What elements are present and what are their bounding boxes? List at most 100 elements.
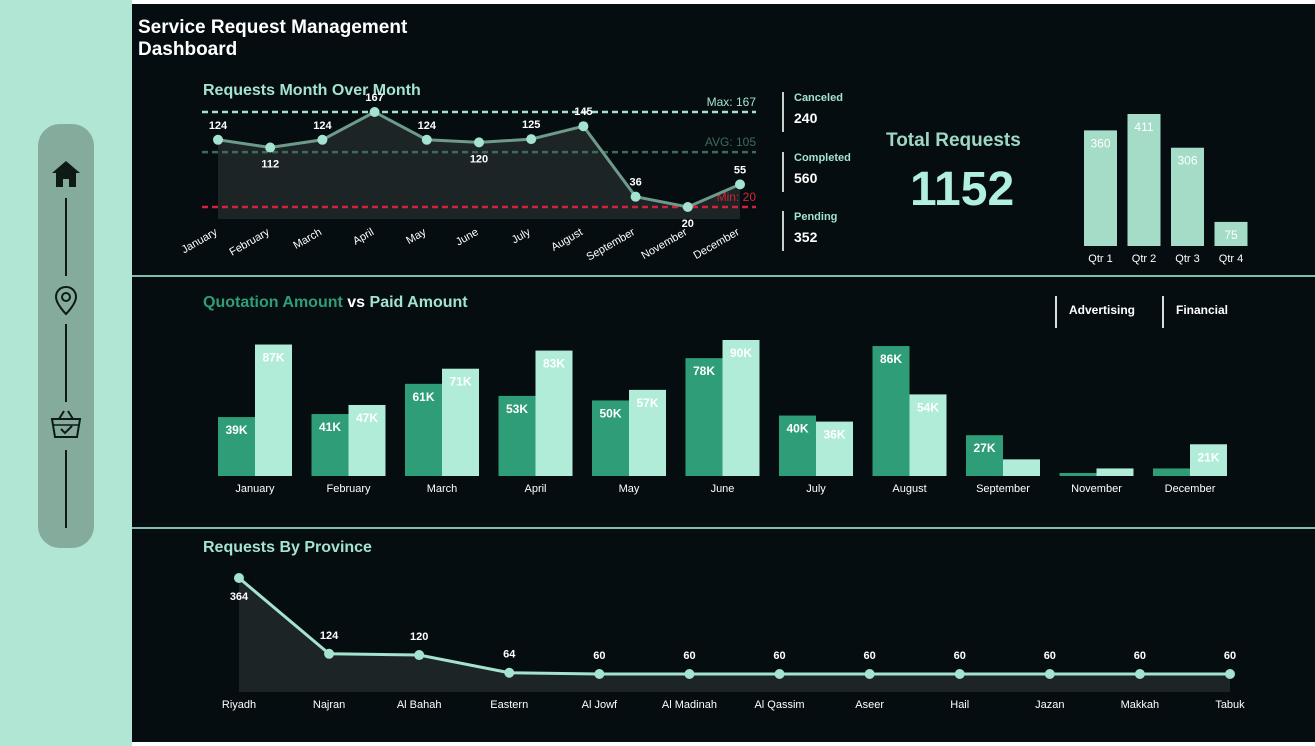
mom-x-tick: April: [351, 226, 376, 247]
province-point: [1134, 669, 1145, 679]
qp-bar-label: 39K: [225, 423, 247, 437]
section-divider: [132, 275, 1315, 277]
province-data-label: 364: [230, 591, 249, 603]
sidebar-nav: [38, 124, 94, 548]
mom-data-label: 145: [574, 106, 592, 118]
qtr-x-tick: Qtr 3: [1175, 253, 1199, 265]
total-requests-value: 1152: [910, 163, 1015, 216]
mom-point: [317, 134, 328, 145]
kpi-canceled: Canceled 240: [782, 92, 843, 132]
province-x-tick: Al Qassim: [754, 699, 804, 711]
kpi-completed-label: Completed: [794, 152, 851, 164]
qp-bar: [1059, 472, 1097, 476]
province-area-chart: 364 Riyadh 124 Najran 120 Al Bahah 64 Eastern 60…: [222, 573, 1245, 711]
province-data-label: 120: [410, 631, 428, 643]
province-data-label: 64: [503, 649, 516, 661]
mom-point: [682, 202, 693, 212]
quotation-title-quotation: Quotation Amount: [203, 294, 343, 311]
province-data-label: 60: [1224, 650, 1236, 662]
qp-bar-label: 78K: [693, 364, 715, 378]
province-data-label: 60: [773, 650, 785, 662]
mom-x-tick: November: [639, 226, 689, 262]
qtr-x-tick: Qtr 1: [1088, 253, 1112, 265]
qp-x-tick: March: [427, 483, 458, 495]
mom-line-chart: Max: 167AVG: 105Min: 20124January112Febr…: [180, 92, 757, 264]
dashboard-canvas: Service Request Management Dashboard Req…: [132, 4, 1315, 742]
qp-x-tick: April: [524, 483, 546, 495]
province-data-label: 60: [683, 650, 695, 662]
province-data-label: 60: [593, 650, 605, 662]
mom-point: [421, 134, 432, 145]
mom-data-label: 167: [365, 92, 383, 104]
quotation-title-vs: vs: [342, 294, 370, 311]
province-point: [1044, 669, 1055, 679]
quotation-title-paid: Paid Amount: [369, 294, 468, 311]
nav-connector: [65, 198, 67, 276]
province-x-tick: Jazan: [1035, 699, 1064, 711]
mom-point: [474, 137, 484, 148]
qp-bar-label: 71K: [449, 375, 471, 389]
qp-bar: [1003, 459, 1040, 476]
mom-point: [265, 142, 276, 153]
qp-bar: [1153, 468, 1190, 476]
qp-x-tick: December: [1165, 483, 1216, 495]
mom-data-label: 125: [522, 119, 540, 131]
qp-bar: [1096, 468, 1134, 476]
mom-point: [630, 191, 641, 202]
qtr-bar-label: 411: [1134, 120, 1153, 134]
qp-bar-label: 87K: [262, 351, 284, 365]
nav-connector: [65, 450, 67, 528]
mom-data-label: 124: [418, 120, 437, 132]
location-pin-icon[interactable]: [50, 284, 82, 316]
qp-x-tick: November: [1071, 483, 1122, 495]
kpi-pending-label: Pending: [794, 211, 838, 223]
qp-bar-label: 40K: [786, 422, 808, 436]
kpi-canceled-value: 240: [794, 110, 818, 126]
mom-point: [369, 107, 380, 117]
qp-bar-label: 86K: [880, 352, 902, 366]
qp-bar-label: 53K: [506, 402, 528, 416]
qtr-x-tick: Qtr 4: [1219, 253, 1243, 265]
nav-connector: [65, 324, 67, 402]
province-x-tick: Aseer: [855, 699, 884, 711]
mom-point: [578, 121, 589, 132]
basket-icon[interactable]: [50, 408, 82, 440]
qp-x-tick: August: [892, 483, 926, 495]
province-x-tick: Al Madinah: [662, 699, 717, 711]
qp-bar-label: 61K: [412, 390, 434, 404]
qp-bar-label: 47K: [356, 411, 378, 425]
qp-bar-label: 57K: [636, 396, 658, 410]
mom-x-tick: May: [404, 226, 428, 247]
qp-bar-label: 21K: [1197, 450, 1219, 464]
quotation-bar-chart: 39K 87K January 41K 47K February 61K 71K March 53…: [218, 340, 1227, 495]
qp-x-tick: July: [806, 483, 826, 495]
qp-x-tick: September: [976, 483, 1030, 495]
mom-x-tick: September: [584, 226, 637, 263]
mom-point: [213, 134, 223, 145]
province-point: [954, 669, 965, 679]
mom-x-tick: August: [549, 226, 585, 254]
mom-x-tick: January: [180, 226, 220, 256]
mom-x-tick: December: [692, 226, 742, 262]
mom-x-tick: March: [291, 226, 323, 252]
home-icon[interactable]: [50, 158, 82, 190]
province-point: [774, 669, 785, 679]
province-x-tick: Eastern: [490, 699, 528, 711]
qp-bar-label: 90K: [730, 346, 752, 360]
qp-x-tick: January: [235, 483, 275, 495]
province-chart-title: Requests By Province: [203, 539, 372, 556]
section-divider: [132, 527, 1315, 529]
kpi-pending-value: 352: [794, 229, 818, 245]
province-x-tick: Makkah: [1121, 699, 1160, 711]
qtr-bar-label: 75: [1224, 228, 1238, 242]
qp-bar: [722, 340, 760, 476]
qp-bar-label: 27K: [973, 441, 995, 455]
province-data-label: 60: [954, 650, 966, 662]
mom-x-tick: June: [454, 226, 481, 248]
province-data-label: 60: [1044, 650, 1056, 662]
qtr-x-tick: Qtr 2: [1132, 253, 1156, 265]
qp-bar-label: 41K: [319, 420, 341, 434]
mom-data-label: 124: [209, 120, 228, 132]
mom-data-label: 124: [313, 120, 332, 132]
qp-bar-label: 36K: [823, 428, 845, 442]
